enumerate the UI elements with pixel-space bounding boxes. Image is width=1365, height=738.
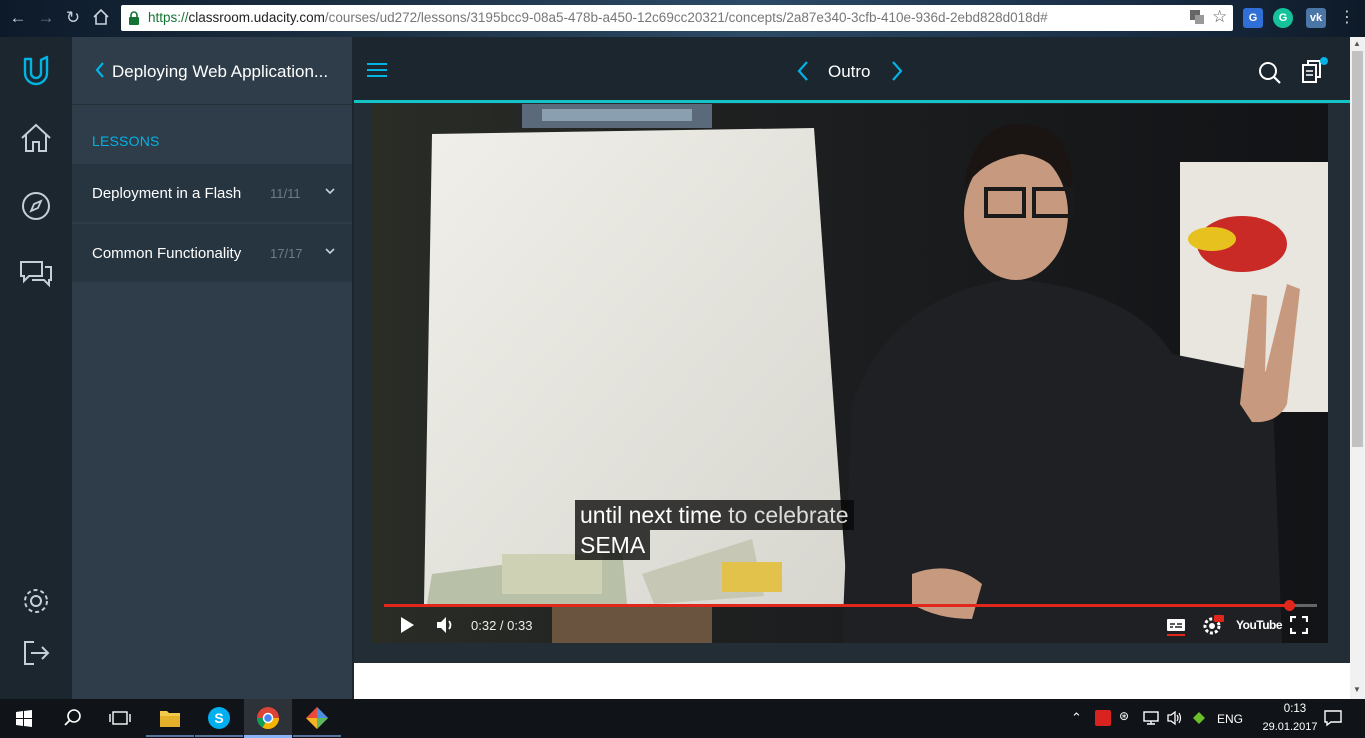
lock-icon [129,11,139,25]
notes-icon[interactable] [1300,57,1328,85]
notifications-icon[interactable] [1323,709,1343,727]
lessons-sidebar: Deploying Web Application... LESSONS Dep… [72,37,352,699]
antivirus-tray-icon[interactable] [1095,710,1111,726]
file-explorer-icon[interactable] [146,699,194,738]
udacity-logo-icon[interactable] [18,53,54,89]
video-progress-fill [384,604,1289,607]
captions-icon[interactable] [1166,616,1186,636]
fullscreen-icon[interactable] [1290,616,1308,634]
bookmark-star-icon[interactable]: ☆ [1212,7,1227,27]
skype-icon[interactable]: S [195,699,243,738]
volume-icon[interactable] [436,616,456,634]
forward-arrow-icon[interactable]: → [36,8,56,28]
hamburger-menu-icon[interactable] [367,62,387,78]
network-icon[interactable] [1142,710,1160,726]
youtube-logo[interactable]: YouTube [1236,616,1283,634]
lesson-title: Deployment in a Flash [92,185,242,202]
lesson-item[interactable]: Deployment in a Flash 11/11 [72,164,352,223]
chat-icon[interactable] [18,257,54,293]
settings-gear-icon[interactable] [18,583,54,619]
vk-icon[interactable]: vk [1306,8,1326,28]
url-text: https://classroom.udacity.com/courses/ud… [148,10,1048,25]
app-indicator [195,735,243,737]
grammarly-icon[interactable]: G [1273,8,1293,28]
chrome-icon[interactable] [244,699,292,738]
search-icon[interactable] [48,699,96,738]
app-diamond-icon[interactable] [293,699,341,738]
input-method-icon[interactable]: ⊛ [1119,709,1129,723]
play-icon[interactable] [398,615,416,635]
reload-icon[interactable]: ↻ [63,8,83,28]
lesson-progress-count: 17/17 [270,246,303,261]
video-frame [372,104,1328,643]
video-progress-bar[interactable] [384,600,1317,611]
settings-gear-icon[interactable] [1202,614,1224,636]
browser-toolbar: ← → ↻ https://classroom.udacity.com/cour… [0,0,1365,37]
lessons-heading: LESSONS [92,133,160,149]
address-bar[interactable]: https://classroom.udacity.com/courses/ud… [121,5,1233,31]
app-indicator [293,735,341,737]
back-arrow-icon[interactable]: ← [8,8,28,28]
video-time: 0:32 / 0:33 [471,618,533,633]
green-tray-icon[interactable] [1190,709,1208,727]
video-player[interactable]: until next time to celebrate SEMA 0:32 /… [372,104,1328,643]
chevron-left-icon[interactable] [94,61,106,79]
chevron-down-icon[interactable] [324,186,336,196]
translate-extension-icon[interactable]: G [1243,8,1263,28]
home-icon[interactable] [18,120,54,156]
content-below-video [354,663,1350,699]
windows-start-icon[interactable] [0,699,48,738]
clock-date[interactable]: 29.01.2017 [1254,721,1326,733]
subtitle-line: SEMA [575,530,651,560]
compass-icon[interactable] [18,188,54,224]
home-icon[interactable] [91,8,111,28]
video-subtitles: until next time to celebrate SEMA [575,500,854,560]
logout-icon[interactable] [18,635,54,671]
translate-icon[interactable] [1189,9,1205,29]
course-title[interactable]: Deploying Web Application... [112,62,328,82]
windows-taskbar: S ⌃ ⊛ [0,699,1365,738]
page-scrollbar[interactable]: ▲ ▼ [1350,37,1365,699]
icon-rail [0,37,72,699]
next-concept-chevron-icon[interactable] [890,60,904,82]
search-icon[interactable] [1258,61,1282,85]
browser-menu-icon[interactable]: ⋮ [1337,8,1357,28]
concept-header: Outro [354,37,1350,103]
chevron-down-icon[interactable] [324,246,336,256]
lesson-title: Common Functionality [92,245,242,262]
video-scrubber-handle[interactable] [1284,600,1295,611]
clock-time[interactable]: 0:13 [1268,703,1322,715]
lesson-item[interactable]: Common Functionality 17/17 [72,224,352,283]
app-indicator [146,735,194,737]
svg-text:S: S [214,710,223,726]
tray-overflow-chevron-icon[interactable]: ⌃ [1071,710,1082,726]
subtitle-line: until next time to celebrate [575,500,854,530]
course-header[interactable]: Deploying Web Application... [72,37,352,105]
speaker-icon[interactable] [1166,710,1184,726]
input-language[interactable]: ENG [1217,712,1243,726]
scrollbar-thumb[interactable] [1352,51,1363,447]
concept-title: Outro [828,62,871,81]
task-view-icon[interactable] [96,699,144,738]
lesson-progress-count: 11/11 [270,186,301,201]
previous-concept-chevron-icon[interactable] [796,60,810,82]
